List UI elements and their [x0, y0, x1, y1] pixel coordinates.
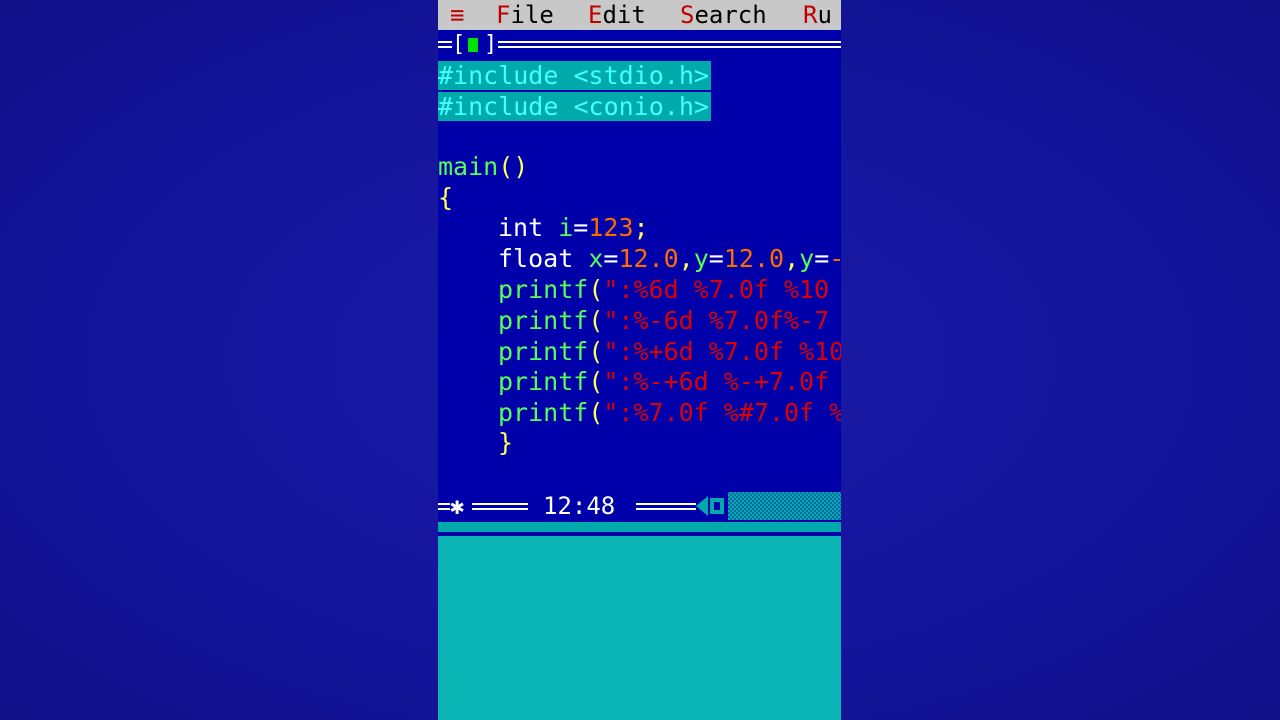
- printf-paren: (: [588, 306, 604, 335]
- printf-format-string: ":%-+6d %-+7.0f: [603, 367, 841, 396]
- code-line-printf-1: printf(":%6d %7.0f %10: [498, 275, 829, 305]
- close-box-bracket-left: [: [452, 32, 466, 57]
- scroll-left-arrow-icon[interactable]: [696, 496, 708, 516]
- menu-search-hotkey: S: [680, 1, 695, 29]
- printf-name: printf: [498, 275, 589, 304]
- window-top-frame: [ ]: [438, 30, 841, 60]
- close-box-bracket-right: ]: [484, 32, 498, 57]
- float-equals-1: =: [603, 244, 619, 273]
- printf-name: printf: [498, 337, 589, 366]
- printf-paren: (: [588, 398, 604, 427]
- code-line-int-decl: int i=123;: [498, 213, 649, 243]
- float-comma-2: ,: [784, 244, 800, 273]
- float-var-y2: y: [799, 244, 815, 273]
- code-line-open-brace: {: [438, 183, 453, 213]
- modified-indicator-icon: ✱: [450, 492, 465, 520]
- code-line-printf-4: printf(":%-+6d %-+7.0f: [498, 367, 841, 397]
- selected-include-conio: #include <conio.h>: [438, 92, 711, 121]
- float-var-y: y: [693, 244, 709, 273]
- code-line-printf-5: printf(":%7.0f %#7.0f %: [498, 398, 841, 428]
- float-keyword: float: [498, 244, 574, 273]
- code-line-printf-2: printf(":%-6d %7.0f%-7: [498, 306, 829, 336]
- float-value-y: 12.0: [723, 244, 785, 273]
- frame-double-line: [438, 41, 452, 48]
- menu-search[interactable]: Search: [680, 0, 767, 30]
- frame-double-line: [438, 503, 450, 510]
- frame-double-line: [636, 503, 696, 510]
- code-line-main: main(): [438, 152, 528, 182]
- lower-panel: [438, 536, 841, 720]
- selected-include-stdio: #include <stdio.h>: [438, 61, 711, 90]
- system-menu-icon[interactable]: ≡: [450, 0, 464, 30]
- printf-name: printf: [498, 398, 589, 427]
- turbo-c-ide: ≡ File Edit Search Ru [ ] #include <stdi…: [438, 0, 841, 720]
- menu-file-label: ile: [510, 1, 554, 29]
- menu-edit-hotkey: E: [588, 1, 603, 29]
- printf-paren: (: [588, 275, 604, 304]
- menu-run-hotkey: R: [803, 1, 818, 29]
- menu-edit[interactable]: Edit: [588, 0, 646, 30]
- float-value-x: 12.0: [618, 244, 679, 273]
- menu-run[interactable]: Ru: [803, 0, 832, 30]
- code-line-float-decl: float x=12.0,y=12.0,y=-: [498, 244, 841, 274]
- scroll-thumb-mark: [714, 502, 720, 510]
- code-line-include-stdio: #include <stdio.h>: [438, 61, 711, 91]
- close-brace: }: [498, 428, 514, 457]
- menu-file[interactable]: File: [496, 0, 554, 30]
- horizontal-scrollbar-track[interactable]: [728, 492, 841, 520]
- menu-bar: ≡ File Edit Search Ru: [438, 0, 841, 30]
- window-bottom-frame: ✱ 12:48: [438, 490, 841, 522]
- printf-paren: (: [588, 367, 604, 396]
- printf-format-string: ":%7.0f %#7.0f %: [603, 398, 841, 427]
- printf-format-string: ":%+6d %7.0f %10: [603, 337, 841, 366]
- code-line-include-conio: #include <conio.h>: [438, 92, 711, 122]
- cursor-position: 12:48: [543, 492, 616, 520]
- printf-paren: (: [588, 337, 604, 366]
- close-window-box[interactable]: [468, 38, 478, 52]
- frame-double-line: [498, 41, 841, 48]
- menu-file-hotkey: F: [496, 1, 511, 29]
- printf-format-string: ":%6d %7.0f %10: [603, 275, 830, 304]
- code-line-printf-3: printf(":%+6d %7.0f %10: [498, 337, 841, 367]
- int-keyword: int: [498, 213, 544, 242]
- float-equals-3: =: [814, 244, 830, 273]
- menu-edit-label: dit: [602, 1, 646, 29]
- printf-name: printf: [498, 367, 589, 396]
- float-value-tail: -: [829, 244, 841, 273]
- menu-search-label: earch: [694, 1, 767, 29]
- main-function-name: main: [438, 152, 499, 181]
- int-equals: =: [573, 213, 589, 242]
- printf-format-string: ":%-6d %7.0f%-7: [603, 306, 830, 335]
- int-variable: i: [558, 213, 574, 242]
- code-line-close-brace: }: [498, 428, 513, 458]
- float-var-x: x: [588, 244, 604, 273]
- float-comma-1: ,: [678, 244, 694, 273]
- main-parens: (): [498, 152, 529, 181]
- int-value: 123: [588, 213, 634, 242]
- frame-double-line: [472, 503, 528, 510]
- window-bottom-border: [438, 522, 841, 532]
- int-semicolon: ;: [633, 213, 649, 242]
- float-equals-2: =: [708, 244, 724, 273]
- open-brace: {: [438, 183, 454, 212]
- code-editor[interactable]: #include <stdio.h> #include <conio.h> ma…: [438, 60, 841, 490]
- printf-name: printf: [498, 306, 589, 335]
- menu-run-label: u: [817, 1, 832, 29]
